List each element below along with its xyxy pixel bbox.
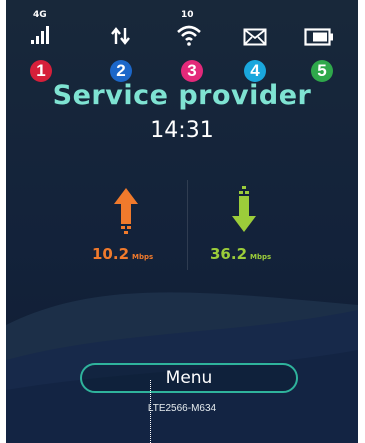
service-provider-title: Service provider: [52, 80, 312, 111]
download-arrow-icon: [232, 186, 256, 232]
battery-icon: [304, 28, 333, 46]
download-speed: 36.2 Mbps: [210, 244, 271, 263]
data-transfer-icon: [111, 27, 130, 45]
signal-strength-icon: [31, 26, 49, 44]
status-bar: 4G 10: [6, 0, 358, 60]
badge-4: 4: [244, 60, 266, 82]
download-speed-value: 36.2: [210, 245, 248, 263]
badge-3: 3: [181, 60, 203, 82]
background-waves: [6, 292, 358, 443]
wifi-icon: [177, 25, 201, 46]
badge-1: 1: [30, 60, 52, 82]
upload-speed-value: 10.2: [92, 245, 130, 263]
upload-speed-unit: Mbps: [132, 253, 154, 261]
wifi-client-count: 10: [181, 10, 194, 20]
speed-divider: [187, 180, 188, 270]
badge-5: 5: [311, 60, 333, 82]
message-icon: [243, 28, 267, 46]
download-speed-unit: Mbps: [250, 253, 272, 261]
upload-arrow-icon: [114, 188, 138, 234]
network-type-label: 4G: [33, 10, 47, 20]
badge-2: 2: [110, 60, 132, 82]
clock-time: 14:31: [150, 118, 214, 143]
menu-button[interactable]: Menu: [80, 363, 298, 393]
upload-speed: 10.2 Mbps: [92, 244, 153, 263]
device-model: LTE2566-M634: [147, 403, 217, 414]
device-frame: 4G 10 1 2 3 4 5 Service provider 14:31 1…: [0, 0, 365, 443]
device-screen: 4G 10 1 2 3 4 5 Service provider 14:31 1…: [6, 0, 358, 443]
